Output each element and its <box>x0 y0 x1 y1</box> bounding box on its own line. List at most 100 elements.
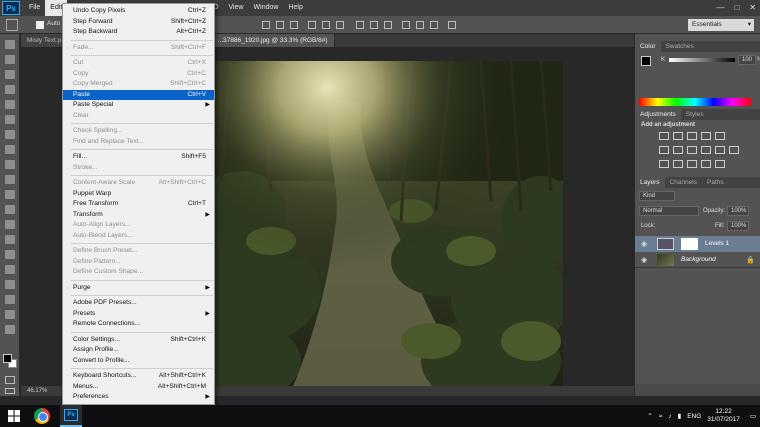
layer-name[interactable]: Background <box>681 252 716 268</box>
color-spectrum[interactable] <box>639 98 751 106</box>
wifi-icon[interactable]: ≈ <box>659 413 663 420</box>
align-center-icon[interactable] <box>322 21 330 29</box>
quick-mask-icon[interactable] <box>5 376 15 384</box>
tab-paths[interactable]: Paths <box>702 177 729 188</box>
edit-menu-item-adobe-pdf-presets[interactable]: Adobe PDF Presets... <box>63 298 214 308</box>
distribute-icon[interactable] <box>356 21 364 29</box>
color-balance-icon[interactable] <box>673 146 683 154</box>
zoom-level[interactable]: 46.17% <box>27 388 47 394</box>
forest-path-photo[interactable] <box>211 61 563 391</box>
threshold-icon[interactable] <box>687 160 697 168</box>
tab-channels[interactable]: Channels <box>665 177 702 188</box>
edit-menu-item-paste-special[interactable]: Paste Special ▶ <box>63 100 214 110</box>
levels-icon[interactable] <box>673 132 683 140</box>
align-left-icon[interactable] <box>308 21 316 29</box>
edit-menu-item-paste[interactable]: Paste Ctrl+V <box>63 89 214 100</box>
edit-menu-item-keyboard-shortcuts[interactable]: Keyboard Shortcuts... Alt+Shift+Ctrl+K <box>63 371 214 381</box>
lasso-tool-icon[interactable] <box>5 70 15 79</box>
chevron-up-icon[interactable]: ⌃ <box>647 412 652 420</box>
distribute-icon[interactable] <box>402 21 410 29</box>
menu-help[interactable]: Help <box>283 0 307 16</box>
invert-icon[interactable] <box>659 160 669 168</box>
edit-menu-item-preferences[interactable]: Preferences ▶ <box>63 392 214 402</box>
distribute-icon[interactable] <box>430 21 438 29</box>
align-bottom-icon[interactable] <box>290 21 298 29</box>
quick-select-tool-icon[interactable] <box>5 85 15 94</box>
align-middle-icon[interactable] <box>276 21 284 29</box>
color-swatches[interactable] <box>3 354 17 368</box>
distribute-icon[interactable] <box>384 21 392 29</box>
zoom-tool-icon[interactable] <box>5 325 15 334</box>
eye-icon[interactable]: ◉ <box>641 256 647 264</box>
edit-menu-item-purge[interactable]: Purge ▶ <box>63 283 214 293</box>
windows-start-icon[interactable] <box>8 410 20 422</box>
brush-tool-icon[interactable] <box>5 145 15 154</box>
volume-icon[interactable]: ♪ <box>668 413 671 420</box>
tab-swatches[interactable]: Swatches <box>661 41 699 52</box>
notifications-icon[interactable]: ▭ <box>750 412 756 420</box>
align-top-icon[interactable] <box>262 21 270 29</box>
edit-menu-item-free-transform[interactable]: Free Transform Ctrl+T <box>63 199 214 209</box>
clone-stamp-tool-icon[interactable] <box>5 160 15 169</box>
history-brush-tool-icon[interactable] <box>5 175 15 184</box>
exposure-icon[interactable] <box>701 132 711 140</box>
type-tool-icon[interactable] <box>5 265 15 274</box>
maximize-button[interactable]: □ <box>734 0 739 16</box>
distribute-icon[interactable] <box>416 21 424 29</box>
layer-filter-select[interactable]: Kind <box>639 191 675 201</box>
photoshop-taskbar-button[interactable]: Ps <box>60 405 82 427</box>
edit-menu-item-presets[interactable]: Presets ▶ <box>63 309 214 319</box>
edit-menu-item-puppet-warp[interactable]: Puppet Warp <box>63 189 214 199</box>
tab-color[interactable]: Color <box>635 41 661 52</box>
channel-mixer-icon[interactable] <box>715 146 725 154</box>
edit-menu-item-undo-copy-pixels[interactable]: Undo Copy Pixels Ctrl+Z <box>63 6 214 16</box>
tab-styles[interactable]: Styles <box>681 109 709 120</box>
edit-menu-item-assign-profile[interactable]: Assign Profile... <box>63 345 214 355</box>
color-lookup-icon[interactable] <box>729 146 739 154</box>
fill-field[interactable]: 100% <box>727 221 749 231</box>
chrome-icon[interactable] <box>34 408 50 424</box>
shape-tool-icon[interactable] <box>5 295 15 304</box>
eyedropper-tool-icon[interactable] <box>5 115 15 124</box>
k-value-field[interactable]: 100 <box>738 55 756 65</box>
battery-icon[interactable]: ▮ <box>678 412 682 420</box>
edit-menu-item-step-forward[interactable]: Step Forward Shift+Ctrl+Z <box>63 17 214 27</box>
photo-filter-icon[interactable] <box>701 146 711 154</box>
opacity-field[interactable]: 100% <box>727 206 749 216</box>
hand-tool-icon[interactable] <box>5 310 15 319</box>
gradient-map-icon[interactable] <box>701 160 711 168</box>
edit-menu-item-convert-to-profile[interactable]: Convert to Profile... <box>63 356 214 366</box>
black-white-icon[interactable] <box>687 146 697 154</box>
eye-icon[interactable]: ◉ <box>641 240 647 248</box>
screen-mode-icon[interactable] <box>5 388 15 394</box>
k-slider[interactable] <box>669 58 735 62</box>
edit-menu-item-transform[interactable]: Transform ▶ <box>63 210 214 220</box>
marquee-tool-icon[interactable] <box>5 55 15 64</box>
edit-menu-item-menus[interactable]: Menus... Alt+Shift+Ctrl+M <box>63 382 214 392</box>
path-select-tool-icon[interactable] <box>5 280 15 289</box>
menu-file[interactable]: File <box>24 0 45 16</box>
document-tab-active[interactable]: ...37886_1920.jpg @ 33.3% (RGB/8#) <box>211 34 335 47</box>
foreground-color-swatch[interactable] <box>3 354 12 363</box>
close-button[interactable]: ✕ <box>749 0 756 16</box>
tab-layers[interactable]: Layers <box>635 177 665 188</box>
layer-row-selected[interactable]: ◉ Levels 1 <box>635 236 760 252</box>
edit-menu-item-remote-connections[interactable]: Remote Connections... <box>63 319 214 329</box>
distribute-icon[interactable] <box>370 21 378 29</box>
blur-tool-icon[interactable] <box>5 220 15 229</box>
healing-tool-icon[interactable] <box>5 130 15 139</box>
language-indicator[interactable]: ENG <box>687 413 701 420</box>
move-tool-icon[interactable] <box>6 19 18 31</box>
layer-row[interactable]: ◉ Background 🔒 <box>635 252 760 268</box>
color-fg-swatch[interactable] <box>641 56 651 66</box>
hue-saturation-icon[interactable] <box>659 146 669 154</box>
align-right-icon[interactable] <box>336 21 344 29</box>
pen-tool-icon[interactable] <box>5 250 15 259</box>
layer-name[interactable]: Levels 1 <box>705 236 729 252</box>
posterize-icon[interactable] <box>673 160 683 168</box>
blend-mode-select[interactable]: Normal <box>639 206 699 216</box>
auto-align-icon[interactable] <box>448 21 456 29</box>
layer-mask-thumbnail[interactable] <box>681 238 698 250</box>
auto-select-checkbox[interactable] <box>36 21 44 29</box>
eraser-tool-icon[interactable] <box>5 190 15 199</box>
